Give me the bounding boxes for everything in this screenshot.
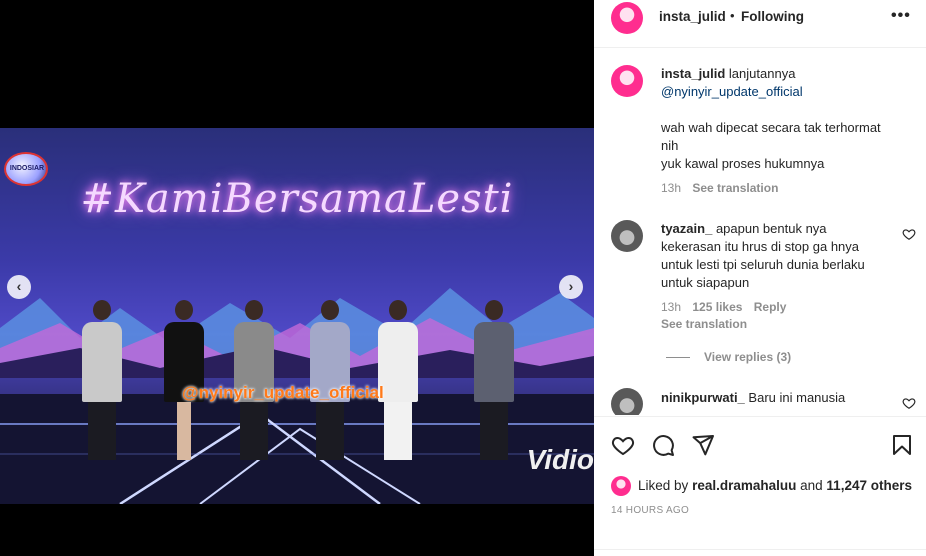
- comment-likes[interactable]: 125 likes: [692, 300, 742, 314]
- likes-summary: Liked by real.dramahaluu and 11,247 othe…: [611, 475, 921, 497]
- see-translation-link[interactable]: See translation: [661, 317, 747, 331]
- caption-line: lanjutannya: [728, 66, 796, 81]
- comment-line: untuk siapapun: [661, 275, 750, 290]
- caption-mention[interactable]: @nyinyir_update_official: [661, 83, 921, 101]
- following-button[interactable]: Following: [741, 9, 804, 24]
- caption-time: 13h: [661, 181, 682, 195]
- commenter-username[interactable]: tyazain_: [661, 221, 712, 236]
- comments-list[interactable]: insta_julid lanjutannya @nyinyir_update_…: [594, 49, 926, 415]
- chevron-left-icon: ‹: [16, 278, 22, 294]
- comment-like-heart-icon[interactable]: [902, 396, 916, 410]
- share-icon[interactable]: [691, 433, 715, 457]
- next-slide-button[interactable]: ›: [559, 275, 583, 299]
- comment-translation: See translation: [661, 317, 747, 331]
- caption-username[interactable]: insta_julid: [661, 66, 725, 81]
- author-username[interactable]: insta_julid: [659, 9, 726, 24]
- caption-line: wah wah dipecat secara tak terhormat: [661, 120, 881, 135]
- video-watermark: @nyinyir_update_official: [182, 383, 384, 402]
- caption-meta: 13h See translation: [661, 181, 778, 195]
- comment-time: 13h: [661, 300, 682, 314]
- commenter-avatar[interactable]: [611, 220, 643, 252]
- heart-icon[interactable]: [611, 433, 635, 457]
- see-translation-link[interactable]: See translation: [692, 181, 778, 195]
- bookmark-icon[interactable]: [890, 433, 914, 457]
- post-header: insta_julid • Following •••: [594, 0, 926, 48]
- stage-person: [310, 300, 350, 460]
- liker-username[interactable]: real.dramahaluu: [692, 478, 796, 493]
- more-horizontal-icon[interactable]: •••: [891, 7, 911, 25]
- stage-person: [474, 300, 514, 460]
- header-separator: •: [730, 8, 735, 23]
- post-timestamp[interactable]: 14 HOURS AGO: [611, 505, 689, 516]
- reply-button[interactable]: Reply: [754, 300, 787, 314]
- author-avatar[interactable]: [611, 2, 643, 34]
- comment-line: untuk lesti tpi seluruh dunia berlaku: [661, 257, 865, 272]
- replies-divider: [666, 357, 690, 359]
- stage-person: [164, 300, 204, 460]
- stage-person: [234, 300, 274, 460]
- likes-text: Liked by real.dramahaluu and 11,247 othe…: [638, 478, 912, 493]
- comment-text: ninikpurwati_ Baru ini manusia: [661, 390, 846, 405]
- chevron-right-icon: ›: [568, 278, 574, 294]
- liker-avatar[interactable]: [611, 476, 631, 496]
- caption-text: insta_julid lanjutannya: [661, 65, 921, 83]
- view-replies-button[interactable]: View replies (3): [666, 350, 791, 364]
- add-comment-bar[interactable]: [594, 549, 926, 556]
- caption-line: yuk kawal proses hukumnya: [661, 156, 825, 171]
- vidio-logo: Vidio: [526, 444, 594, 475]
- stage-person: [378, 300, 418, 460]
- post-side-panel: insta_julid • Following ••• insta_julid …: [594, 0, 926, 556]
- stage-hashtag-title: #KamiBersamaLesti: [80, 176, 514, 222]
- prev-slide-button[interactable]: ‹: [7, 275, 31, 299]
- stage-person: [82, 300, 122, 460]
- comment-like-heart-icon[interactable]: [902, 227, 916, 241]
- caption-avatar[interactable]: [611, 65, 643, 97]
- comment-line: kekerasan itu hrus di stop ga hnya: [661, 239, 860, 254]
- caption-line: nih: [661, 138, 679, 153]
- comment-icon[interactable]: [651, 433, 675, 457]
- post-media[interactable]: INDOSIAR #KamiBersamaLesti @nyinyir_upda…: [0, 0, 594, 556]
- commenter-avatar[interactable]: [611, 388, 643, 415]
- post-actions: Liked by real.dramahaluu and 11,247 othe…: [594, 416, 926, 556]
- video-frame[interactable]: INDOSIAR #KamiBersamaLesti @nyinyir_upda…: [0, 128, 594, 504]
- comment-meta: 13h 125 likes Reply: [661, 300, 786, 314]
- commenter-username[interactable]: ninikpurwati_: [661, 390, 745, 405]
- comment-text: tyazain_ apapun bentuk nya: [661, 221, 827, 236]
- likes-others-link[interactable]: 11,247 others: [826, 478, 912, 493]
